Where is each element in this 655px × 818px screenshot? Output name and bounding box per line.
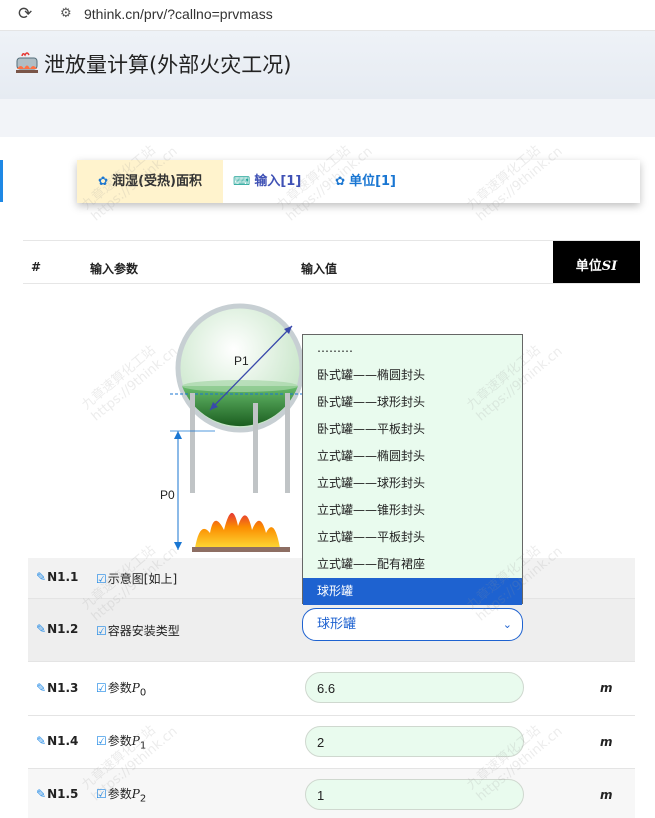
p2-input[interactable]: 1 bbox=[305, 779, 524, 810]
row-label: ☑容器安装类型 bbox=[96, 624, 180, 638]
row-label: ☑参数P0 bbox=[96, 681, 147, 699]
unit-label: m bbox=[600, 681, 613, 695]
liquid-level bbox=[182, 386, 298, 427]
edit-icon[interactable]: ✎ bbox=[36, 681, 46, 695]
checkbox-icon[interactable]: ☑ bbox=[96, 624, 107, 638]
vessel-type-select[interactable]: 球形罐 ⌄ bbox=[302, 608, 523, 641]
p1-label: P1 bbox=[234, 354, 249, 368]
unit-label: m bbox=[600, 788, 613, 802]
header-unit-label: 单位 bbox=[575, 259, 602, 274]
gear-icon: ✿ bbox=[98, 174, 109, 188]
dropdown-option[interactable]: 立式罐——配有裙座 bbox=[303, 551, 522, 578]
edit-icon[interactable]: ✎ bbox=[36, 787, 46, 801]
header-unit: 单位SI bbox=[553, 241, 640, 283]
edit-icon[interactable]: ✎ bbox=[36, 734, 46, 748]
dropdown-option[interactable]: ……… bbox=[303, 335, 522, 362]
dropdown-option[interactable]: 立式罐——平板封头 bbox=[303, 524, 522, 551]
row-code: ✎N1.2 bbox=[36, 622, 79, 636]
sphere-tank-diagram: P1 P0 bbox=[160, 303, 310, 552]
checkbox-icon[interactable]: ☑ bbox=[96, 572, 107, 586]
edit-icon[interactable]: ✎ bbox=[36, 570, 46, 584]
keyboard-icon: ⌨ bbox=[233, 174, 251, 188]
tab-wetted-area[interactable]: ✿ 润湿(受热)面积 bbox=[77, 160, 223, 203]
table-row: ✎N1.3 ☑参数P0 6.6 m bbox=[28, 662, 635, 716]
pressure-vessel-fire-icon bbox=[16, 52, 38, 73]
dropdown-option[interactable]: 卧式罐——椭圆封头 bbox=[303, 362, 522, 389]
header-spacer bbox=[0, 99, 655, 137]
unit-label: m bbox=[600, 735, 613, 749]
chevron-down-icon: ⌄ bbox=[502, 618, 512, 631]
reload-icon[interactable]: ⟳ bbox=[18, 4, 32, 24]
p0-label: P0 bbox=[160, 488, 175, 502]
row-label: ☑参数P2 bbox=[96, 787, 147, 805]
row-code: ✎N1.3 bbox=[36, 681, 79, 695]
gear-icon: ✿ bbox=[335, 174, 346, 188]
header-number: # bbox=[31, 260, 42, 274]
vessel-type-dropdown[interactable]: ……… 卧式罐——椭圆封头 卧式罐——球形封头 卧式罐——平板封头 立式罐——椭… bbox=[302, 334, 523, 605]
dropdown-option[interactable]: 立式罐——球形封头 bbox=[303, 470, 522, 497]
header-value: 输入值 bbox=[301, 262, 338, 276]
url-text[interactable]: 9think.cn/prv/?callno=prvmass bbox=[84, 6, 273, 22]
p0-input[interactable]: 6.6 bbox=[305, 672, 524, 703]
row-label: ☑示意图[如上] bbox=[96, 572, 178, 586]
checkbox-icon[interactable]: ☑ bbox=[96, 734, 107, 748]
tab-label: 输入[1] bbox=[254, 174, 302, 189]
row-code: ✎N1.1 bbox=[36, 570, 79, 584]
row-code: ✎N1.5 bbox=[36, 787, 79, 801]
header-unit-system: SI bbox=[601, 259, 618, 274]
table-row: ✎N1.4 ☑参数P1 2 m bbox=[28, 716, 635, 769]
tab-input[interactable]: ⌨ 输入[1] bbox=[233, 160, 301, 203]
table-row: ✎N1.2 ☑容器安装类型 球形罐 ⌄ bbox=[28, 599, 635, 662]
dropdown-option[interactable]: 立式罐——锥形封头 bbox=[303, 497, 522, 524]
dropdown-option[interactable]: 卧式罐——平板封头 bbox=[303, 416, 522, 443]
tab-label: 润湿(受热)面积 bbox=[112, 174, 202, 189]
page-title: 泄放量计算(外部火灾工况) bbox=[44, 53, 292, 77]
fire-flames bbox=[195, 512, 280, 548]
site-info-icon[interactable]: ⚙ bbox=[60, 6, 72, 21]
table-header: # 输入参数 输入值 单位SI bbox=[23, 240, 640, 284]
dropdown-option[interactable]: 立式罐——椭圆封头 bbox=[303, 443, 522, 470]
select-value: 球形罐 bbox=[317, 617, 357, 632]
edit-icon[interactable]: ✎ bbox=[36, 622, 46, 636]
browser-url-bar: ⟳ ⚙ 9think.cn/prv/?callno=prvmass bbox=[0, 0, 655, 31]
header-param: 输入参数 bbox=[90, 262, 139, 276]
tab-unit[interactable]: ✿ 单位[1] bbox=[335, 160, 396, 203]
active-section-indicator bbox=[0, 160, 3, 202]
page-header: 泄放量计算(外部火灾工况) bbox=[0, 31, 655, 99]
dropdown-option-selected[interactable]: 球形罐 bbox=[303, 578, 522, 605]
row-code: ✎N1.4 bbox=[36, 734, 79, 748]
checkbox-icon[interactable]: ☑ bbox=[96, 681, 107, 695]
checkbox-icon[interactable]: ☑ bbox=[96, 787, 107, 801]
p1-input[interactable]: 2 bbox=[305, 726, 524, 757]
tab-label: 单位[1] bbox=[349, 174, 396, 189]
tab-bar: ✿ 润湿(受热)面积 ⌨ 输入[1] ✿ 单位[1] bbox=[77, 160, 640, 203]
table-row: ✎N1.5 ☑参数P2 1 m bbox=[28, 769, 635, 818]
dropdown-option[interactable]: 卧式罐——球形封头 bbox=[303, 389, 522, 416]
row-label: ☑参数P1 bbox=[96, 734, 147, 752]
